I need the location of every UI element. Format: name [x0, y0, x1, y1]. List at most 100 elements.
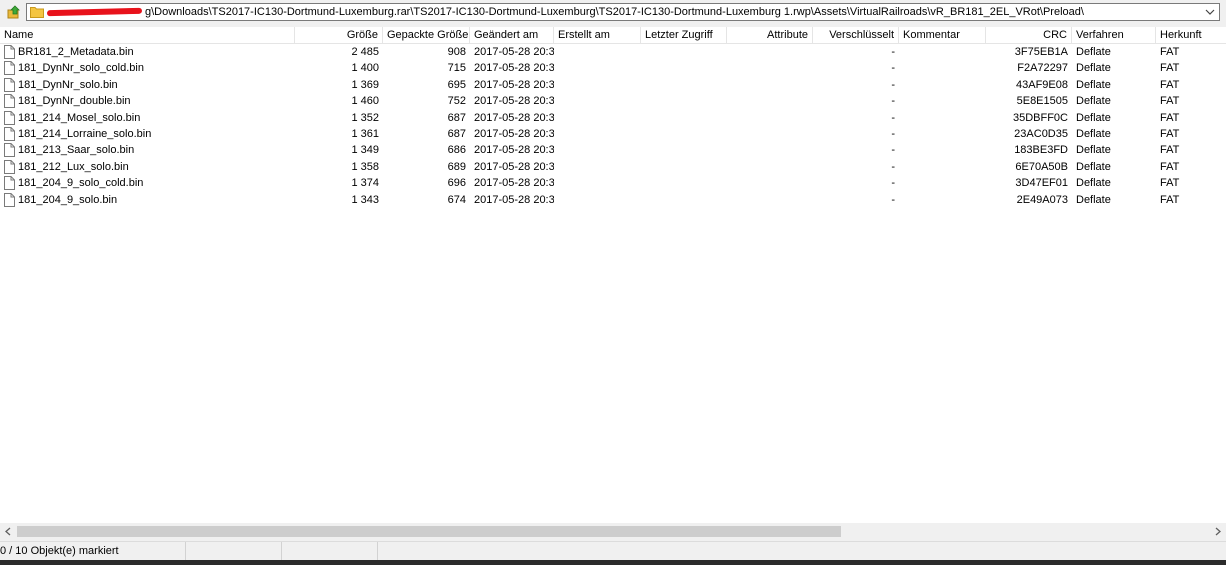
address-field[interactable]: g\Downloads\TS2017-IC130-Dortmund-Luxemb… [26, 3, 1220, 21]
table-row[interactable]: 181_DynNr_solo.bin 1 369 695 2017-05-28 20:… [0, 77, 1226, 93]
cell-origin: FAT [1156, 77, 1226, 93]
cell-modified-text: 2017-05-28 20:39 [474, 46, 554, 58]
cell-origin-text: FAT [1160, 144, 1180, 157]
cell-crc-text: 43AF9E08 [1016, 78, 1068, 91]
cell-encrypted: - [813, 93, 899, 109]
cell-packed-size-text: 686 [447, 144, 466, 157]
cell-name-text: 181_214_Lorraine_solo.bin [18, 128, 152, 140]
cell-encrypted-text: - [891, 111, 895, 124]
cell-encrypted-text: - [891, 95, 895, 108]
cell-modified: 2017-05-28 20:39 [470, 159, 554, 175]
column-comment[interactable]: Kommentar [899, 27, 986, 43]
address-path: g\Downloads\TS2017-IC130-Dortmund-Luxemb… [145, 6, 1084, 18]
cell-modified: 2017-05-28 20:39 [470, 93, 554, 109]
scrollbar-thumb[interactable] [17, 526, 841, 537]
cell-modified-text: 2017-05-28 20:39 [474, 111, 554, 124]
cell-size-text: 1 400 [351, 62, 379, 75]
column-name[interactable]: Name [0, 27, 295, 43]
column-created[interactable]: Erstellt am [554, 27, 641, 43]
cell-origin-text: FAT [1160, 95, 1180, 108]
table-row[interactable]: 181_214_Mosel_solo.bin 1 352 687 2017-05-28… [0, 110, 1226, 126]
column-origin[interactable]: Herkunft [1156, 27, 1226, 43]
cell-encrypted-text: - [891, 160, 895, 173]
column-method[interactable]: Verfahren [1072, 27, 1156, 43]
cell-size: 1 361 [295, 126, 383, 142]
cell-packed-size-text: 696 [447, 177, 466, 190]
status-selection: 0 / 10 Objekt(e) markiert [0, 542, 186, 561]
cell-crc-text: 23AC0D35 [1014, 128, 1068, 140]
cell-origin-text: FAT [1160, 128, 1180, 140]
cell-encrypted: - [813, 77, 899, 93]
cell-crc-text: F2A72297 [1017, 62, 1068, 75]
cell-size: 1 352 [295, 110, 383, 126]
cell-modified: 2017-05-28 20:39 [470, 175, 554, 191]
cell-crc-text: 3D47EF01 [1015, 177, 1068, 190]
cell-modified-text: 2017-05-28 20:39 [474, 160, 554, 173]
cell-crc: 3D47EF01 [986, 175, 1072, 191]
table-row[interactable]: BR181_2_Metadata.bin 2 485 908 2017-05-28 2… [0, 44, 1226, 60]
chevron-right-icon[interactable] [1209, 523, 1226, 540]
cell-encrypted: - [813, 60, 899, 76]
folder-up-icon[interactable] [6, 4, 22, 20]
table-row[interactable]: 181_204_9_solo_cold.bin 1 374 696 2017-05-2… [0, 175, 1226, 191]
cell-encrypted-text: - [891, 144, 895, 157]
column-packed-size[interactable]: Gepackte Größe [383, 27, 470, 43]
cell-crc: 3F75EB1A [986, 44, 1072, 60]
chevron-down-icon[interactable] [1205, 7, 1215, 17]
cell-size: 1 460 [295, 93, 383, 109]
chevron-left-icon[interactable] [0, 523, 17, 540]
cell-crc: 183BE3FD [986, 142, 1072, 158]
cell-crc: 6E70A50B [986, 159, 1072, 175]
cell-modified-text: 2017-05-28 20:39 [474, 78, 554, 91]
cell-name-text: 181_204_9_solo_cold.bin [18, 177, 144, 190]
cell-method-text: Deflate [1076, 62, 1111, 75]
table-row[interactable]: 181_212_Lux_solo.bin 1 358 689 2017-05-28 2… [0, 159, 1226, 175]
cell-crc: 23AC0D35 [986, 126, 1072, 142]
table-row[interactable]: 181_DynNr_solo_cold.bin 1 400 715 2017-05-2… [0, 60, 1226, 76]
column-encrypted[interactable]: Verschlüsselt [813, 27, 899, 43]
cell-origin: FAT [1156, 110, 1226, 126]
cell-modified-text: 2017-05-28 20:39 [474, 177, 554, 190]
cell-name: 181_DynNr_solo.bin [0, 77, 295, 93]
column-size[interactable]: Größe [295, 27, 383, 43]
table-row[interactable]: 181_204_9_solo.bin 1 343 674 2017-05-28 20:… [0, 192, 1226, 208]
cell-name-text: BR181_2_Metadata.bin [18, 46, 134, 58]
column-crc[interactable]: CRC [986, 27, 1072, 43]
cell-encrypted: - [813, 110, 899, 126]
cell-name-text: 181_213_Saar_solo.bin [18, 144, 135, 157]
table-row[interactable]: 181_214_Lorraine_solo.bin 1 361 687 2017-05… [0, 126, 1226, 142]
cell-crc-text: 5E8E1505 [1016, 95, 1068, 108]
column-modified[interactable]: Geändert am [470, 27, 554, 43]
cell-size-text: 1 349 [351, 144, 379, 157]
cell-encrypted-text: - [891, 177, 895, 190]
table-row[interactable]: 181_213_Saar_solo.bin 1 349 686 2017-05-28 … [0, 142, 1226, 158]
cell-packed-size-text: 695 [447, 78, 466, 91]
table-row[interactable]: 181_DynNr_double.bin 1 460 752 2017-05-28 2… [0, 93, 1226, 109]
cell-packed-size: 696 [383, 175, 470, 191]
cell-method-text: Deflate [1076, 193, 1111, 206]
cell-modified-text: 2017-05-28 20:39 [474, 128, 554, 140]
file-icon [4, 94, 15, 109]
column-attributes[interactable]: Attribute [727, 27, 813, 43]
cell-origin: FAT [1156, 93, 1226, 109]
cell-size: 1 374 [295, 175, 383, 191]
cell-name: 181_DynNr_solo_cold.bin [0, 60, 295, 76]
cell-packed-size-text: 908 [447, 46, 466, 58]
cell-origin-text: FAT [1160, 46, 1180, 58]
cell-origin: FAT [1156, 142, 1226, 158]
cell-name: 181_214_Lorraine_solo.bin [0, 126, 295, 142]
cell-name-text: 181_214_Mosel_solo.bin [18, 111, 141, 124]
column-accessed[interactable]: Letzter Zugriff [641, 27, 727, 43]
cell-modified-text: 2017-05-28 20:39 [474, 193, 554, 206]
cell-method: Deflate [1072, 159, 1156, 175]
cell-packed-size: 687 [383, 126, 470, 142]
cell-method: Deflate [1072, 126, 1156, 142]
file-list[interactable]: Name Größe Gepackte Größe Geändert am Er… [0, 27, 1226, 523]
cell-crc: 43AF9E08 [986, 77, 1072, 93]
cell-encrypted-text: - [891, 193, 895, 206]
horizontal-scrollbar[interactable] [0, 523, 1226, 540]
cell-name: 181_204_9_solo_cold.bin [0, 175, 295, 191]
cell-packed-size-text: 715 [447, 62, 466, 75]
cell-packed-size-text: 674 [447, 193, 466, 206]
cell-size-text: 1 343 [351, 193, 379, 206]
